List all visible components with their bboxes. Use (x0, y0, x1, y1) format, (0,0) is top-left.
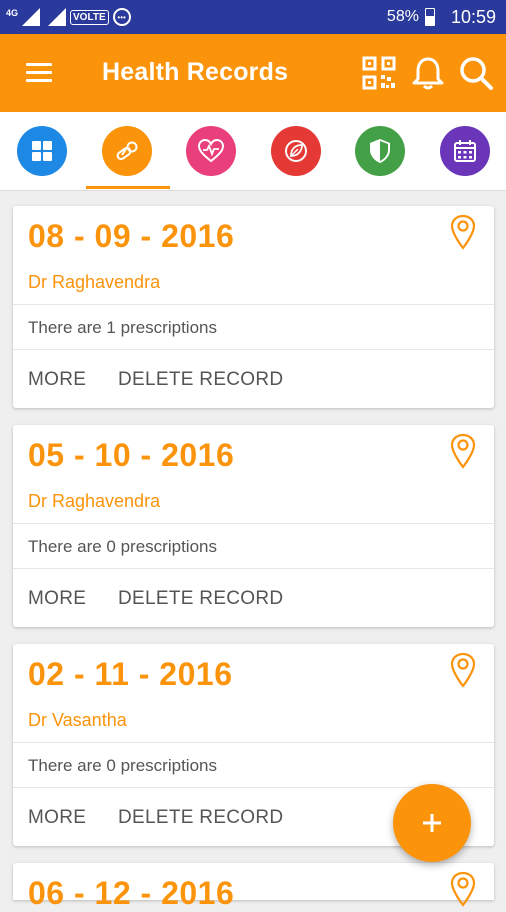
tab-insurance[interactable] (355, 126, 405, 176)
category-tabs (0, 112, 506, 191)
divider (13, 568, 494, 569)
app-bar: Health Records (0, 34, 506, 112)
location-pin-icon[interactable] (448, 652, 478, 688)
record-date: 06 - 12 - 2016 (28, 875, 235, 911)
record-date: 05 - 10 - 2016 (28, 437, 235, 473)
pills-icon (116, 141, 138, 161)
clock: 10:59 (450, 6, 496, 27)
tab-diet[interactable] (271, 126, 321, 176)
shield-icon (370, 139, 390, 163)
location-pin-icon[interactable] (448, 214, 478, 250)
tab-vitals[interactable] (186, 126, 236, 176)
doctor-name: Dr Raghavendra (28, 272, 161, 292)
calendar-icon (454, 140, 476, 162)
tab-dashboard[interactable] (17, 126, 67, 176)
status-right: 58% 10:59 (387, 0, 496, 34)
doctor-name: Dr Raghavendra (28, 491, 161, 511)
record-date: 02 - 11 - 2016 (28, 656, 233, 692)
divider (13, 523, 494, 524)
network-type: 4G (6, 7, 19, 18)
leaf-icon (285, 140, 307, 162)
signal-icon (22, 8, 41, 26)
doctor-name: Dr Vasantha (28, 710, 127, 730)
divider (13, 304, 494, 305)
grid-icon (32, 141, 52, 161)
divider (13, 349, 494, 350)
tab-prescriptions[interactable] (102, 126, 152, 176)
location-pin-icon[interactable] (448, 871, 478, 907)
add-record-button[interactable] (393, 784, 471, 862)
record-card: 08 - 09 - 2016 Dr Raghavendra There are … (13, 206, 494, 408)
page-title: Health Records (102, 58, 289, 86)
divider (13, 742, 494, 743)
record-card: 06 - 12 - 2016 (13, 863, 494, 911)
plus-icon (423, 814, 441, 832)
more-button[interactable]: MORE (28, 369, 86, 391)
prescription-count: There are 0 prescriptions (28, 537, 217, 556)
battery-percent: 58% (386, 8, 419, 25)
heart-icon (198, 139, 224, 163)
bell-icon[interactable] (410, 55, 446, 91)
tab-appointments[interactable] (440, 126, 490, 176)
record-date: 08 - 09 - 2016 (28, 218, 235, 254)
qr-code-icon[interactable] (361, 55, 397, 91)
battery-icon (424, 8, 435, 26)
search-icon[interactable] (458, 55, 494, 91)
status-bar: 4G VOLTE ••• 58% 10:59 (0, 0, 506, 34)
prescription-count: There are 0 prescriptions (28, 756, 217, 775)
more-button[interactable]: MORE (28, 588, 86, 610)
prescription-count: There are 1 prescriptions (28, 318, 217, 337)
status-left: 4G VOLTE ••• (6, 8, 131, 26)
message-icon: ••• (112, 8, 131, 26)
delete-record-button[interactable]: DELETE RECORD (118, 807, 283, 829)
active-tab-indicator (86, 186, 170, 189)
volte-badge: VOLTE (70, 9, 109, 25)
more-button[interactable]: MORE (28, 807, 86, 829)
menu-icon[interactable] (26, 63, 52, 83)
record-card: 05 - 10 - 2016 Dr Raghavendra There are … (13, 425, 494, 627)
location-pin-icon[interactable] (448, 433, 478, 469)
signal-icon-2 (48, 8, 67, 26)
delete-record-button[interactable]: DELETE RECORD (118, 369, 283, 391)
delete-record-button[interactable]: DELETE RECORD (118, 588, 283, 610)
